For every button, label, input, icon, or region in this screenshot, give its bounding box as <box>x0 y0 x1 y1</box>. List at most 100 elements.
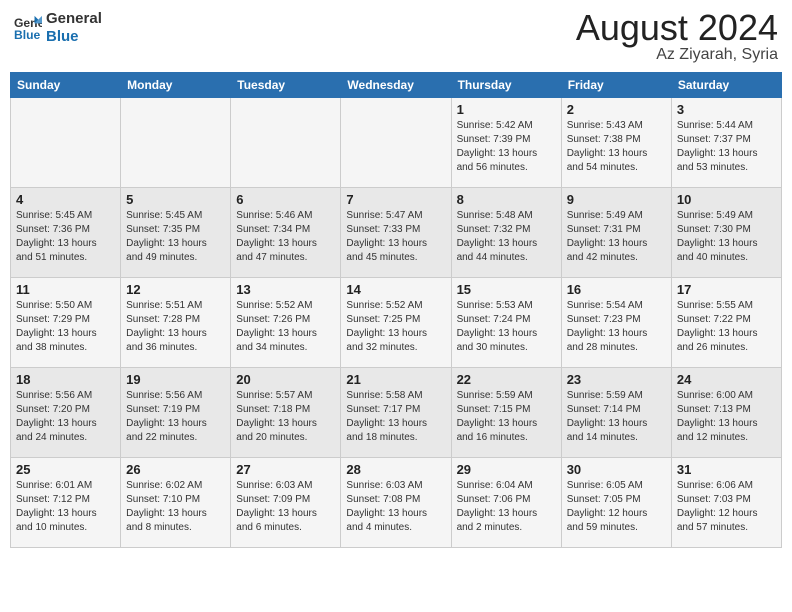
calendar-cell: 25 Sunrise: 6:01 AM Sunset: 7:12 PM Dayli… <box>11 458 121 548</box>
day-info: Sunrise: 5:55 AM Sunset: 7:22 PM Dayligh… <box>677 299 776 355</box>
calendar-week-5: 25 Sunrise: 6:01 AM Sunset: 7:12 PM Dayli… <box>11 458 782 548</box>
calendar-cell: 12Sunrise: 5:51 AM Sunset: 7:28 PM Dayli… <box>121 278 231 368</box>
logo-text-general: General <box>46 10 102 28</box>
day-info: Sunrise: 5:45 AM Sunset: 7:35 PM Dayligh… <box>126 209 225 265</box>
day-number: 1 <box>457 102 556 117</box>
calendar-cell: 6Sunrise: 5:46 AM Sunset: 7:34 PM Daylig… <box>231 188 341 278</box>
day-number: 2 <box>567 102 666 117</box>
day-number: 16 <box>567 282 666 297</box>
logo-text-blue: Blue <box>46 28 102 46</box>
weekday-header-row: SundayMondayTuesdayWednesdayThursdayFrid… <box>11 73 782 98</box>
day-number: 30 <box>567 462 666 477</box>
calendar-cell: 24Sunrise: 6:00 AM Sunset: 7:13 PM Dayli… <box>671 368 781 458</box>
day-info: Sunrise: 5:50 AM Sunset: 7:29 PM Dayligh… <box>16 299 115 355</box>
calendar-cell: 8 Sunrise: 5:48 AM Sunset: 7:32 PM Daylig… <box>451 188 561 278</box>
day-number: 25 <box>16 462 115 477</box>
day-info: Sunrise: 5:52 AM Sunset: 7:26 PM Dayligh… <box>236 299 335 355</box>
calendar-cell: 15 Sunrise: 5:53 AM Sunset: 7:24 PM Dayli… <box>451 278 561 368</box>
day-info: Sunrise: 5:44 AM Sunset: 7:37 PM Dayligh… <box>677 119 776 175</box>
day-number: 24 <box>677 372 776 387</box>
calendar-cell: 16 Sunrise: 5:54 AM Sunset: 7:23 PM Dayli… <box>561 278 671 368</box>
day-number: 7 <box>346 192 445 207</box>
day-number: 3 <box>677 102 776 117</box>
day-info: Sunrise: 5:47 AM Sunset: 7:33 PM Dayligh… <box>346 209 445 265</box>
day-number: 6 <box>236 192 335 207</box>
day-info: Sunrise: 6:01 AM Sunset: 7:12 PM Dayligh… <box>16 479 115 535</box>
calendar-cell: 28 Sunrise: 6:03 AM Sunset: 7:08 PM Dayli… <box>341 458 451 548</box>
svg-text:Blue: Blue <box>14 28 41 42</box>
calendar-cell: 23 Sunrise: 5:59 AM Sunset: 7:14 PM Dayli… <box>561 368 671 458</box>
day-number: 14 <box>346 282 445 297</box>
page-header: General Blue General Blue August 2024 Az… <box>10 10 782 64</box>
weekday-header-tuesday: Tuesday <box>231 73 341 98</box>
calendar-cell <box>341 98 451 188</box>
calendar-cell: 3 Sunrise: 5:44 AM Sunset: 7:37 PM Daylig… <box>671 98 781 188</box>
calendar-cell: 29 Sunrise: 6:04 AM Sunset: 7:06 PM Dayli… <box>451 458 561 548</box>
day-number: 26 <box>126 462 225 477</box>
day-info: Sunrise: 5:56 AM Sunset: 7:19 PM Dayligh… <box>126 389 225 445</box>
calendar-cell <box>11 98 121 188</box>
day-info: Sunrise: 5:56 AM Sunset: 7:20 PM Dayligh… <box>16 389 115 445</box>
day-info: Sunrise: 6:04 AM Sunset: 7:06 PM Dayligh… <box>457 479 556 535</box>
month-year-title: August 2024 <box>576 10 778 46</box>
calendar-cell: 10 Sunrise: 5:49 AM Sunset: 7:30 PM Dayli… <box>671 188 781 278</box>
day-info: Sunrise: 5:49 AM Sunset: 7:30 PM Dayligh… <box>677 209 776 265</box>
day-info: Sunrise: 6:05 AM Sunset: 7:05 PM Dayligh… <box>567 479 666 535</box>
day-number: 18 <box>16 372 115 387</box>
day-number: 17 <box>677 282 776 297</box>
day-info: Sunrise: 6:02 AM Sunset: 7:10 PM Dayligh… <box>126 479 225 535</box>
day-info: Sunrise: 6:03 AM Sunset: 7:09 PM Dayligh… <box>236 479 335 535</box>
weekday-header-saturday: Saturday <box>671 73 781 98</box>
calendar-cell: 19 Sunrise: 5:56 AM Sunset: 7:19 PM Dayli… <box>121 368 231 458</box>
day-number: 22 <box>457 372 556 387</box>
calendar-cell: 11 Sunrise: 5:50 AM Sunset: 7:29 PM Dayli… <box>11 278 121 368</box>
day-number: 8 <box>457 192 556 207</box>
day-info: Sunrise: 6:03 AM Sunset: 7:08 PM Dayligh… <box>346 479 445 535</box>
day-number: 10 <box>677 192 776 207</box>
day-number: 21 <box>346 372 445 387</box>
calendar-cell: 26 Sunrise: 6:02 AM Sunset: 7:10 PM Dayli… <box>121 458 231 548</box>
calendar-cell: 20 Sunrise: 5:57 AM Sunset: 7:18 PM Dayli… <box>231 368 341 458</box>
day-number: 23 <box>567 372 666 387</box>
calendar-cell: 30 Sunrise: 6:05 AM Sunset: 7:05 PM Dayli… <box>561 458 671 548</box>
calendar-cell: 4 Sunrise: 5:45 AM Sunset: 7:36 PM Daylig… <box>11 188 121 278</box>
day-info: Sunrise: 5:42 AM Sunset: 7:39 PM Dayligh… <box>457 119 556 175</box>
weekday-header-monday: Monday <box>121 73 231 98</box>
day-number: 20 <box>236 372 335 387</box>
day-info: Sunrise: 5:43 AM Sunset: 7:38 PM Dayligh… <box>567 119 666 175</box>
weekday-header-wednesday: Wednesday <box>341 73 451 98</box>
calendar-cell: 9Sunrise: 5:49 AM Sunset: 7:31 PM Daylig… <box>561 188 671 278</box>
day-number: 12 <box>126 282 225 297</box>
day-number: 27 <box>236 462 335 477</box>
calendar-cell <box>231 98 341 188</box>
day-number: 13 <box>236 282 335 297</box>
day-info: Sunrise: 5:54 AM Sunset: 7:23 PM Dayligh… <box>567 299 666 355</box>
day-info: Sunrise: 5:59 AM Sunset: 7:14 PM Dayligh… <box>567 389 666 445</box>
day-number: 4 <box>16 192 115 207</box>
calendar-cell: 17 Sunrise: 5:55 AM Sunset: 7:22 PM Dayli… <box>671 278 781 368</box>
weekday-header-thursday: Thursday <box>451 73 561 98</box>
day-info: Sunrise: 6:06 AM Sunset: 7:03 PM Dayligh… <box>677 479 776 535</box>
calendar-cell: 5Sunrise: 5:45 AM Sunset: 7:35 PM Daylig… <box>121 188 231 278</box>
day-info: Sunrise: 5:59 AM Sunset: 7:15 PM Dayligh… <box>457 389 556 445</box>
day-info: Sunrise: 5:45 AM Sunset: 7:36 PM Dayligh… <box>16 209 115 265</box>
calendar-table: SundayMondayTuesdayWednesdayThursdayFrid… <box>10 72 782 548</box>
day-number: 19 <box>126 372 225 387</box>
location-subtitle: Az Ziyarah, Syria <box>576 46 778 64</box>
day-number: 28 <box>346 462 445 477</box>
day-info: Sunrise: 5:53 AM Sunset: 7:24 PM Dayligh… <box>457 299 556 355</box>
calendar-week-4: 18 Sunrise: 5:56 AM Sunset: 7:20 PM Dayli… <box>11 368 782 458</box>
day-number: 29 <box>457 462 556 477</box>
calendar-cell: 21Sunrise: 5:58 AM Sunset: 7:17 PM Dayli… <box>341 368 451 458</box>
calendar-cell: 27 Sunrise: 6:03 AM Sunset: 7:09 PM Dayli… <box>231 458 341 548</box>
logo: General Blue General Blue <box>14 10 102 46</box>
day-info: Sunrise: 5:57 AM Sunset: 7:18 PM Dayligh… <box>236 389 335 445</box>
calendar-cell: 31Sunrise: 6:06 AM Sunset: 7:03 PM Dayli… <box>671 458 781 548</box>
calendar-cell: 1 Sunrise: 5:42 AM Sunset: 7:39 PM Daylig… <box>451 98 561 188</box>
calendar-cell <box>121 98 231 188</box>
day-number: 15 <box>457 282 556 297</box>
logo-icon: General Blue <box>14 14 42 42</box>
day-info: Sunrise: 5:48 AM Sunset: 7:32 PM Dayligh… <box>457 209 556 265</box>
calendar-cell: 22 Sunrise: 5:59 AM Sunset: 7:15 PM Dayli… <box>451 368 561 458</box>
day-number: 11 <box>16 282 115 297</box>
